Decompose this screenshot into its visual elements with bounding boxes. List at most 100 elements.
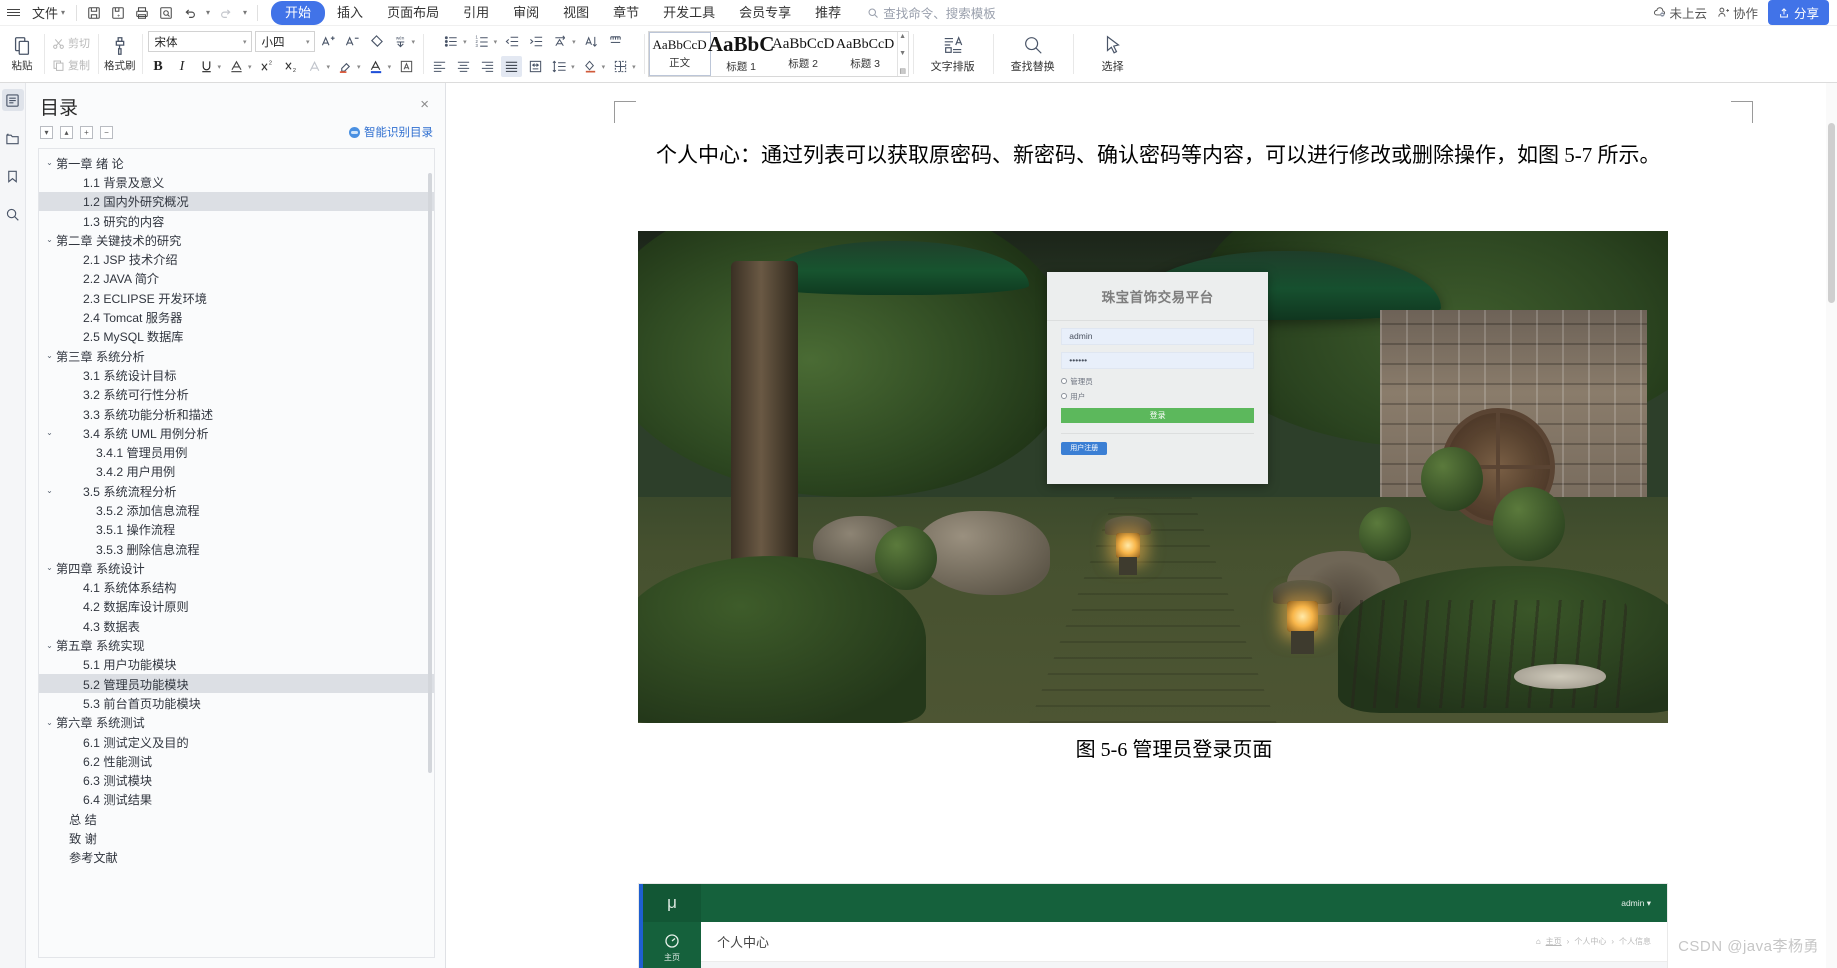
cut-button[interactable]: 剪切 [50,34,92,52]
chevron-down-icon[interactable]: ▾ [248,63,252,71]
expand-all-icon[interactable]: + [80,125,93,139]
chevron-down-icon[interactable]: ▾ [602,63,606,71]
cloud-status-button[interactable]: 未上云 [1653,3,1707,22]
align-justify-button[interactable] [501,56,523,77]
collapse-all-icon[interactable]: − [100,125,113,139]
shading-button[interactable] [580,56,601,77]
decrease-indent-button[interactable] [502,31,523,52]
chevron-down-icon[interactable]: ⌄ [43,235,56,244]
line-spacing-button[interactable] [549,56,570,77]
save-as-icon[interactable]: + [106,2,130,24]
tab-recommend[interactable]: 推荐 [803,1,853,25]
chevron-down-icon[interactable]: ▾ [572,38,576,46]
undo-dropdown-icon[interactable]: ▾ [202,2,214,24]
toc-item[interactable]: 致 谢 [39,828,434,847]
panel-nav-home[interactable]: 主页 [643,922,701,968]
username-input[interactable]: admin [1061,327,1254,345]
chevron-down-icon[interactable]: ⌄ [43,428,56,437]
tab-member[interactable]: 会员专享 [727,1,803,25]
toc-item[interactable]: ⌄ 第五章 系统实现 [39,635,434,654]
toc-item[interactable]: 2.2 JAVA 简介 [39,269,434,288]
chevron-down-icon[interactable]: ⌄ [43,563,56,572]
toc-item[interactable]: 4.2 数据库设计原则 [39,597,434,616]
chevron-down-icon[interactable]: ▾ [218,63,222,71]
tab-view[interactable]: 视图 [551,1,601,25]
toc-item[interactable]: ⌄ 3.5 系统流程分析 [39,481,434,500]
strikethrough-button[interactable] [226,56,247,77]
chevron-down-icon[interactable]: ▾ [463,38,467,46]
login-button[interactable]: 登录 [1061,407,1254,423]
toc-item[interactable]: 5.3 前台首页功能模块 [39,693,434,712]
grow-font-button[interactable] [318,31,339,52]
scroll-down-icon[interactable]: ▼ [899,50,906,57]
tab-review[interactable]: 审阅 [501,1,551,25]
breadcrumb-item-home[interactable]: 主页 [1546,936,1562,947]
format-painter-button[interactable]: 格式刷 [104,35,136,73]
clear-format-button[interactable] [366,31,387,52]
toc-item[interactable]: 5.1 用户功能模块 [39,655,434,674]
highlight-button[interactable] [335,56,356,77]
align-left-button[interactable] [429,56,450,77]
underline-button[interactable] [196,56,217,77]
borders-button[interactable] [610,56,631,77]
expand-down-icon[interactable]: ▾ [40,125,53,139]
bold-button[interactable]: B [148,56,169,77]
toc-item[interactable]: 6.2 性能测试 [39,751,434,770]
toc-item[interactable]: 2.3 ECLIPSE 开发环境 [39,288,434,307]
align-center-button[interactable] [453,56,474,77]
distribute-button[interactable] [525,56,546,77]
toc-item[interactable]: 3.4.2 用户用例 [39,462,434,481]
tab-chapter[interactable]: 章节 [601,1,651,25]
bookmark-icon[interactable] [2,165,24,187]
pinyin-guide-button[interactable]: wén [390,31,411,52]
toc-list[interactable]: ⌄ 第一章 绪 论 1.1 背景及意义 1.2 国内外研究概况 1.3 研究的内容 ⌄ 第二… [38,148,435,958]
align-right-button[interactable] [477,56,498,77]
outline-icon[interactable] [1,89,24,111]
print-preview-icon[interactable] [154,2,178,24]
tab-dev-tools[interactable]: 开发工具 [651,1,727,25]
chevron-down-icon[interactable]: ▾ [388,63,392,71]
toc-item[interactable]: 6.1 测试定义及目的 [39,732,434,751]
chevron-down-icon[interactable]: ⌄ [43,351,56,360]
chevron-down-icon[interactable]: ⌄ [43,718,56,727]
shrink-font-button[interactable] [342,31,363,52]
style-heading-1[interactable]: AaBbC 标题 1 [708,32,775,76]
styles-expand-icon[interactable]: ▤ [899,67,906,75]
password-input[interactable]: •••••• [1061,351,1254,369]
toc-item[interactable]: 5.2 管理员功能模块 [39,674,434,694]
toc-item[interactable]: 6.4 测试结果 [39,790,434,809]
numbering-button[interactable]: 123 [472,31,493,52]
toc-item[interactable]: 4.3 数据表 [39,616,434,635]
tab-insert[interactable]: 插入 [325,1,375,25]
breadcrumb-item-center[interactable]: 个人中心 [1574,936,1606,947]
chevron-down-icon[interactable]: ⌄ [43,486,56,495]
tab-start[interactable]: 开始 [271,0,326,25]
search-icon[interactable] [2,203,24,225]
command-search[interactable]: 查找命令、搜索模板 [867,3,996,22]
toc-item[interactable]: ⌄ 第三章 系统分析 [39,346,434,365]
sort-button[interactable] [581,31,602,52]
toc-item[interactable]: ⌄ 3.4 系统 UML 用例分析 [39,423,434,442]
redo-icon[interactable] [214,2,238,24]
toc-item[interactable]: ⌄ 第一章 绪 论 [39,153,434,172]
save-icon[interactable] [82,2,106,24]
chevron-down-icon[interactable]: ▾ [632,63,636,71]
toc-item[interactable]: 1.3 研究的内容 [39,211,434,230]
increase-indent-button[interactable] [526,31,547,52]
toc-item[interactable]: 参考文献 [39,848,434,867]
toc-item[interactable]: 总 结 [39,809,434,828]
toc-item[interactable]: 3.5.2 添加信息流程 [39,500,434,519]
chevron-down-icon[interactable]: ▾ [357,63,361,71]
pinyin-sort-button[interactable] [550,31,571,52]
chevron-down-icon[interactable]: ▾ [494,38,498,46]
typeset-button[interactable]: 文字排版 [919,34,987,74]
role-radio-admin[interactable]: 管理员 [1061,376,1254,387]
document-canvas[interactable]: 个人中心：通过列表可以获取原密码、新密码、确认密码等内容，可以进行修改或删除操作… [446,83,1837,968]
bullets-button[interactable] [441,31,462,52]
style-heading-2[interactable]: AaBbCcD 标题 2 [772,32,835,76]
copy-button[interactable]: 复制 [50,56,92,74]
italic-button[interactable]: I [172,56,193,77]
style-body[interactable]: AaBbCcD 正文 [648,32,711,76]
chevron-down-icon[interactable]: ⌄ [43,158,56,167]
font-family-select[interactable]: 宋体 ▾ [147,31,252,52]
